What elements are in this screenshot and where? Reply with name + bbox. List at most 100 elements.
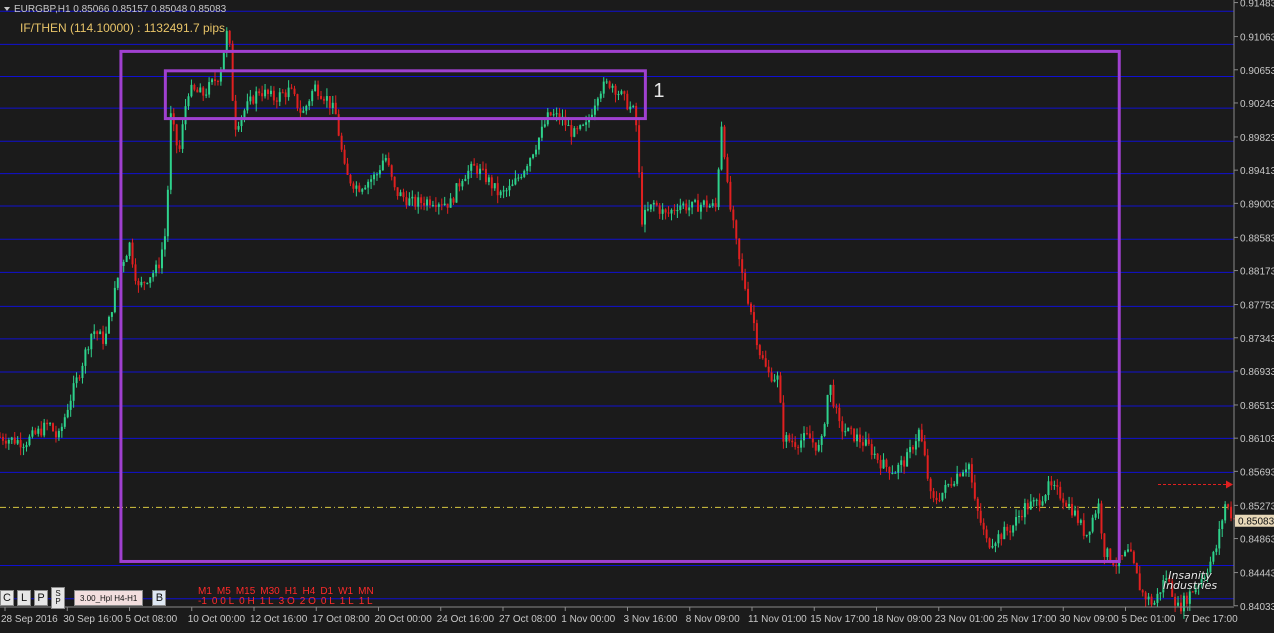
candle-body — [1056, 485, 1059, 487]
y-tick-label: 0.90653 — [1240, 66, 1274, 77]
candle-body — [820, 435, 823, 445]
candle-body — [393, 176, 396, 188]
candle-body — [741, 259, 744, 274]
candle-body — [287, 87, 290, 98]
range-button[interactable]: 3.00_Hpl H4-H1 — [74, 590, 144, 606]
y-tick-label: 0.91063 — [1240, 33, 1274, 44]
candle-body — [758, 345, 761, 356]
candle-body — [414, 196, 417, 207]
candle-body — [199, 87, 202, 93]
candle-body — [702, 200, 705, 205]
candle-body — [361, 189, 364, 192]
candle-body — [399, 192, 402, 197]
candle-body — [152, 273, 155, 278]
candle-body — [602, 81, 605, 94]
candle-body — [237, 126, 240, 130]
candle-body — [116, 277, 119, 288]
candle-body — [19, 440, 22, 448]
chart-canvas[interactable]: 1 0.91483 0.91063 0.90653 0.90243 0.89823 0.89… — [0, 0, 1274, 628]
candle-body — [473, 163, 476, 166]
candle-body — [879, 459, 882, 469]
candle-body — [1182, 595, 1185, 612]
tf-value: 1 L — [259, 596, 274, 607]
candle-body — [856, 434, 859, 442]
candle-body — [72, 383, 75, 401]
candle-body — [193, 84, 196, 90]
candle-body — [752, 312, 755, 324]
candle-body — [322, 98, 325, 101]
candle-body — [1065, 502, 1068, 507]
candle-body — [225, 30, 228, 53]
candle-body — [43, 422, 46, 436]
candle-body — [423, 203, 426, 206]
candle-body — [69, 400, 72, 410]
candle-body — [1047, 481, 1050, 496]
sp-button[interactable]: S P — [51, 587, 65, 609]
candle-body — [735, 220, 738, 239]
candle-body — [646, 209, 649, 211]
candle-body — [941, 492, 944, 501]
c-button[interactable]: C — [0, 590, 14, 606]
candle-body — [959, 473, 962, 477]
candle-body — [187, 96, 190, 107]
candle-body — [146, 282, 149, 284]
zone-label: 1 — [653, 80, 664, 102]
candle-body — [122, 262, 125, 266]
candle-body — [682, 203, 685, 206]
candle-body — [490, 177, 493, 189]
candle-body — [431, 205, 434, 207]
l-button[interactable]: L — [17, 590, 31, 606]
candle-body — [149, 277, 152, 283]
candle-body — [696, 200, 699, 212]
timeframe-panel: M1 M5 M15 M30 H1 H4 D1 W1 MN -1 0 0 L 0 … — [198, 587, 374, 607]
p-button[interactable]: P — [34, 590, 48, 606]
candle-body — [694, 200, 697, 202]
price-chart[interactable]: 1 0.91483 0.91063 0.90653 0.90243 0.89823 0.89… — [0, 0, 1274, 628]
candle-body — [16, 440, 19, 444]
candle-body — [234, 100, 237, 130]
x-tick-label: 7 Dec 17:00 — [1184, 614, 1238, 625]
candle-body — [911, 447, 914, 450]
candle-body — [440, 204, 443, 206]
tf-value: 1 L — [339, 596, 354, 607]
candle-body — [1023, 503, 1026, 518]
candle-body — [808, 433, 811, 439]
b-button[interactable]: B — [152, 590, 167, 606]
candle-body — [847, 427, 850, 432]
candle-body — [552, 114, 555, 116]
candle-body — [202, 87, 205, 96]
x-tick-label: 15 Nov 17:00 — [810, 614, 870, 625]
candle-body — [679, 205, 682, 211]
candle-body — [420, 197, 423, 204]
candle-body — [817, 444, 820, 451]
candle-body — [1038, 499, 1041, 506]
x-tick-label: 11 Nov 01:00 — [748, 614, 807, 625]
candle-body — [823, 424, 826, 436]
candle-body — [1053, 485, 1056, 487]
candle-body — [744, 273, 747, 289]
candle-body — [635, 106, 638, 126]
candle-body — [7, 439, 10, 444]
candle-body — [811, 438, 814, 443]
candle-body — [178, 145, 181, 149]
candle-body — [570, 125, 573, 137]
candle-body — [620, 91, 623, 95]
y-tick-label: 0.89413 — [1240, 166, 1274, 177]
candle-body — [567, 125, 570, 127]
x-tick-label: 17 Oct 08:00 — [312, 614, 370, 625]
candle-body — [956, 473, 959, 484]
candle-body — [84, 349, 87, 366]
candle-body — [107, 316, 110, 334]
candle-body — [502, 190, 505, 192]
candle-body — [1082, 520, 1085, 536]
x-tick-label: 3 Nov 16:00 — [624, 614, 678, 625]
candle-body — [455, 183, 458, 203]
candle-body — [529, 158, 532, 167]
candle-body — [267, 89, 270, 94]
candle-body — [54, 431, 57, 438]
candle-body — [470, 163, 473, 171]
candle-body — [773, 379, 776, 382]
candle-body — [876, 453, 879, 460]
candle-body — [832, 384, 835, 407]
insanity-industries-logo: Insanity Industries — [1160, 570, 1220, 591]
